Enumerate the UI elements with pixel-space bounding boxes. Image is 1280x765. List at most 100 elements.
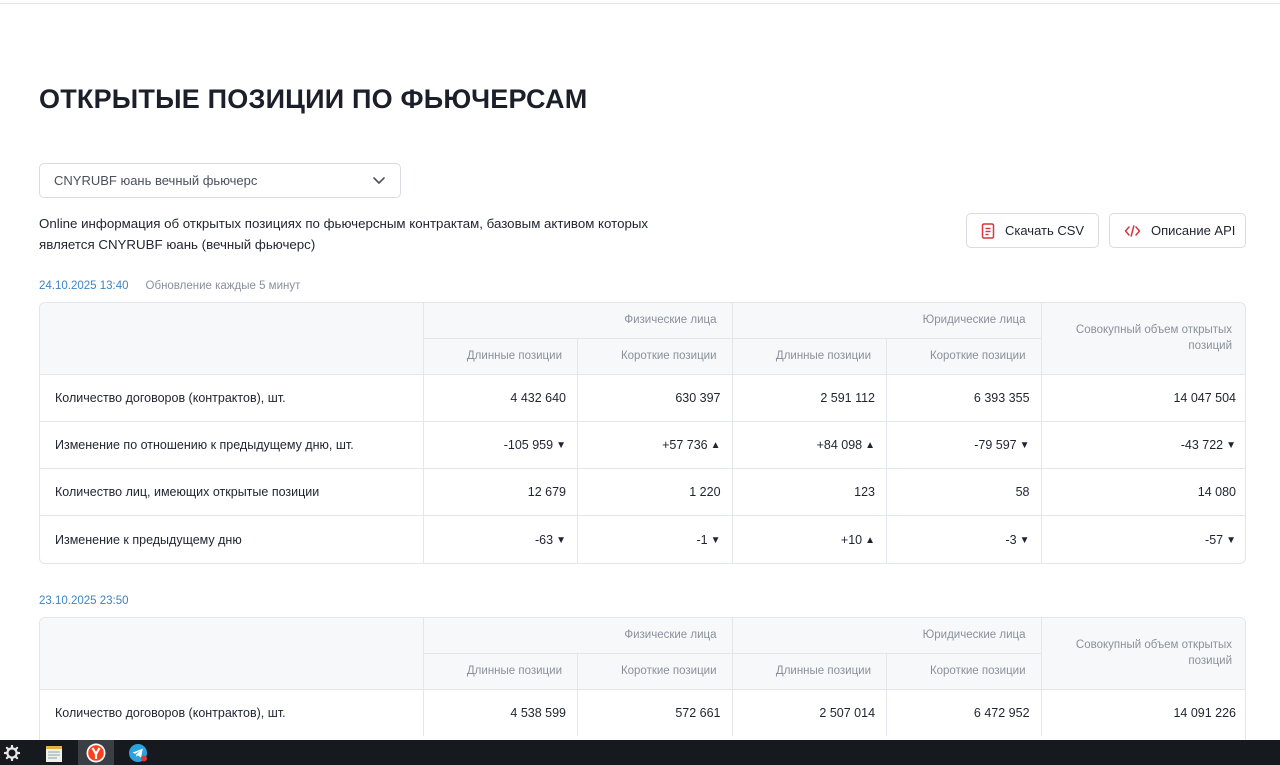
update-note: Обновление каждые 5 минут [145, 280, 301, 292]
table2-meta: 23.10.2025 23:50 [39, 595, 129, 607]
page-description: Online информация об открытых позициях п… [39, 216, 649, 252]
code-icon [1124, 224, 1141, 237]
cell-value: 572 661 [675, 705, 721, 720]
api-description-button[interactable]: Описание API [1109, 213, 1246, 248]
table-cell: -1 ▼ [577, 515, 733, 564]
table-cell: -63 ▼ [422, 515, 578, 564]
table-cell: 572 661 [577, 689, 733, 737]
cell-value: 123 [854, 485, 876, 500]
cell-value: 2 507 014 [819, 705, 876, 720]
download-csv-button[interactable]: Скачать CSV [966, 213, 1099, 248]
cell-value: 58 [1015, 485, 1030, 500]
row-label: Изменение по отношению к предыдущему дню… [40, 421, 423, 470]
table-cell: 14 047 504 [1040, 374, 1245, 422]
instrument-select[interactable]: CNYRUBF юань вечный фьючерс [39, 163, 401, 198]
cell-value: 14 091 226 [1173, 705, 1237, 720]
header-legal: Юридические лица [731, 303, 1042, 339]
header-long: Длинные позиции [422, 653, 578, 690]
table1-meta: 24.10.2025 13:40 Обновление каждые 5 мину… [39, 280, 300, 292]
cell-value: 630 397 [675, 390, 721, 405]
header-short: Короткие позиции [577, 653, 733, 690]
table-cell: 2 507 014 [731, 689, 887, 737]
table-row: Количество договоров (контрактов), шт. 4 … [40, 689, 1245, 737]
header-short: Короткие позиции [886, 338, 1042, 375]
table-cell: -57 ▼ [1040, 515, 1245, 564]
arrow-up-icon: ▲ [865, 439, 876, 451]
cell-value: -43 722 [1180, 437, 1224, 452]
header-total: Совокупный объем открытых позиций [1040, 618, 1245, 690]
table-cell: -43 722 ▼ [1040, 421, 1245, 470]
cell-value: 14 047 504 [1173, 390, 1237, 405]
header-long: Длинные позиции [422, 338, 578, 375]
positions-table-previous: Физические лица Юридические лица Совокуп… [39, 617, 1246, 757]
arrow-up-icon: ▲ [710, 439, 721, 451]
table-row: Изменение по отношению к предыдущему дню… [40, 421, 1245, 470]
document-icon [981, 222, 995, 239]
arrow-down-icon: ▼ [1019, 534, 1030, 546]
table-cell: 6 393 355 [886, 374, 1042, 422]
positions-table-current: Физические лица Юридические лица Совокуп… [39, 302, 1246, 565]
table-row: Количество лиц, имеющих открытые позиции… [40, 468, 1245, 517]
arrow-down-icon: ▼ [1019, 439, 1030, 451]
table-cell: +57 736 ▲ [577, 421, 733, 470]
table1-timestamp: 24.10.2025 13:40 [39, 280, 129, 292]
cell-value: +10 [840, 532, 863, 547]
table-cell: 12 679 [422, 468, 578, 517]
cell-value: +84 098 [816, 437, 863, 452]
table-cell: 14 080 [1040, 468, 1245, 517]
cell-value: 12 679 [527, 485, 566, 500]
table-row: Изменение к предыдущему дню -63 ▼ -1 ▼ +10 ▲ -3… [40, 515, 1245, 564]
table-cell: 1 220 [577, 468, 733, 517]
arrow-down-icon: ▼ [1226, 534, 1237, 546]
cell-value: +57 736 [662, 437, 708, 452]
gear-icon [4, 744, 20, 761]
row-label: Изменение к предыдущему дню [55, 532, 242, 547]
table-cell: -3 ▼ [886, 515, 1042, 564]
table-cell: 14 091 226 [1040, 689, 1245, 737]
page-title: ОТКРЫТЫЕ ПОЗИЦИИ ПО ФЬЮЧЕРСАМ [39, 84, 588, 114]
taskbar-yandex-browser[interactable] [78, 740, 114, 765]
cell-value: 4 538 599 [510, 705, 566, 720]
header-legal: Юридические лица [731, 618, 1042, 654]
table-cell: 123 [731, 468, 887, 517]
header-physical: Физические лица [422, 303, 733, 339]
header-physical: Физические лица [422, 618, 733, 654]
cell-value: 1 220 [689, 485, 721, 500]
table-cell: 58 [886, 468, 1042, 517]
table2-timestamp: 23.10.2025 23:50 [39, 595, 129, 607]
cell-value: -105 959 [503, 437, 554, 452]
table-cell: 630 397 [577, 374, 733, 422]
cell-value: -1 [696, 532, 708, 547]
header-short: Короткие позиции [886, 653, 1042, 690]
cell-value: -63 [535, 532, 554, 547]
cell-value: 2 591 112 [820, 390, 876, 405]
download-csv-label: Скачать CSV [1005, 223, 1085, 238]
table-cell: 4 432 640 [422, 374, 578, 422]
table-cell: +84 098 ▲ [731, 421, 887, 470]
taskbar-notepad[interactable] [36, 740, 72, 765]
header-short: Короткие позиции [577, 338, 733, 375]
taskbar-settings[interactable] [0, 740, 24, 765]
table-row: Количество договоров (контрактов), шт. 4 … [40, 374, 1245, 422]
table-cell: 6 472 952 [886, 689, 1042, 737]
table-cell: 2 591 112 [731, 374, 887, 422]
notepad-icon [46, 745, 62, 762]
header-long: Длинные позиции [731, 338, 887, 375]
arrow-down-icon: ▼ [556, 439, 566, 451]
telegram-icon [129, 743, 147, 762]
cell-value: -3 [1005, 532, 1017, 547]
api-description-label: Описание API [1151, 223, 1236, 238]
cell-value: 6 472 952 [973, 705, 1030, 720]
table-cell: -105 959 ▼ [422, 421, 578, 470]
arrow-down-icon: ▼ [1226, 439, 1237, 451]
cell-value: 6 393 355 [973, 390, 1030, 405]
taskbar-telegram[interactable] [120, 740, 156, 765]
cell-value: 14 080 [1197, 485, 1237, 500]
arrow-down-icon: ▼ [556, 534, 566, 546]
taskbar [0, 740, 1280, 765]
yandex-browser-icon [86, 743, 106, 762]
cell-value: -79 597 [974, 437, 1017, 452]
table-cell: 4 538 599 [422, 689, 578, 737]
top-divider [0, 3, 1280, 4]
table-cell: +10 ▲ [731, 515, 887, 564]
